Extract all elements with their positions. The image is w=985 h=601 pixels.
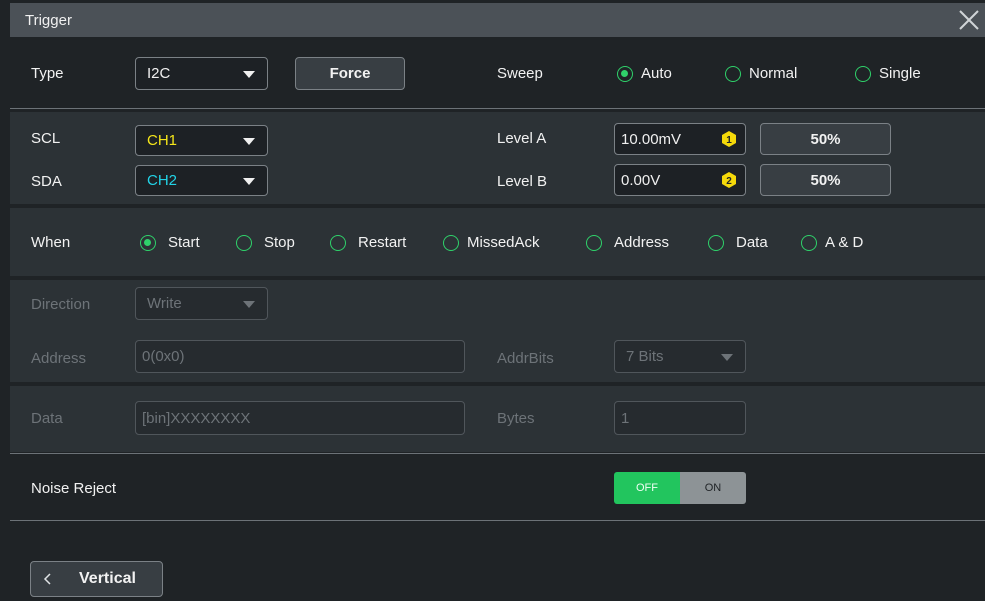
close-icon[interactable] xyxy=(957,8,981,32)
level-a-badge-text: 1 xyxy=(726,135,732,146)
scl-value: CH1 xyxy=(147,132,178,149)
back-vertical-label: Vertical xyxy=(79,570,136,587)
direction-label: Direction xyxy=(31,296,91,313)
radio-icon xyxy=(801,234,817,251)
divider xyxy=(10,453,985,454)
sda-value: CH2 xyxy=(147,172,178,189)
when-address-label: Address xyxy=(614,234,670,251)
sda-dropdown[interactable]: CH2 xyxy=(135,165,268,196)
chevron-down-icon xyxy=(243,137,255,145)
sda-label: SDA xyxy=(31,173,62,190)
when-data-label: Data xyxy=(736,234,768,251)
divider xyxy=(10,520,985,521)
back-vertical-button[interactable]: Vertical xyxy=(30,561,163,597)
when-stop-radio[interactable]: Stop xyxy=(236,234,295,251)
addrbits-label: AddrBits xyxy=(497,350,554,367)
chevron-down-icon xyxy=(721,353,733,361)
bytes-label: Bytes xyxy=(497,410,535,427)
radio-icon xyxy=(586,234,602,251)
dialog-title: Trigger xyxy=(25,12,72,29)
type-dropdown[interactable]: I2C xyxy=(135,57,268,90)
noise-reject-toggle[interactable]: OFF ON xyxy=(614,472,746,504)
radio-icon xyxy=(443,234,459,251)
level-b-label: Level B xyxy=(497,173,548,190)
level-a-50pct-button[interactable]: 50% xyxy=(760,123,891,155)
chevron-left-icon xyxy=(43,573,51,585)
radio-icon xyxy=(708,234,724,251)
radio-icon xyxy=(855,65,871,82)
bytes-input[interactable]: 1 xyxy=(614,401,746,435)
noise-off-option[interactable]: OFF xyxy=(614,472,680,504)
sweep-single-label: Single xyxy=(879,65,921,82)
addrbits-value: 7 Bits xyxy=(626,348,664,365)
sweep-normal-radio[interactable]: Normal xyxy=(725,65,797,82)
type-value: I2C xyxy=(147,65,171,82)
when-address-radio[interactable]: Address xyxy=(586,234,669,251)
level-a-marker-icon: 1 xyxy=(722,131,736,147)
chevron-down-icon xyxy=(243,177,255,185)
level-b-input[interactable]: 0.00V 2 xyxy=(614,164,746,196)
when-missedack-label: MissedAck xyxy=(467,234,540,251)
noise-on-option[interactable]: ON xyxy=(680,472,746,504)
level-a-value: 10.00mV xyxy=(621,130,682,148)
scl-label: SCL xyxy=(31,130,61,147)
when-stop-label: Stop xyxy=(264,234,295,251)
dialog-titlebar: Trigger xyxy=(10,3,985,37)
level-b-value: 0.00V xyxy=(621,171,661,189)
data-label: Data xyxy=(31,410,63,427)
scl-dropdown[interactable]: CH1 xyxy=(135,125,268,156)
sweep-normal-label: Normal xyxy=(749,65,798,82)
sweep-auto-radio[interactable]: Auto xyxy=(617,65,672,82)
when-a-and-d-label: A & D xyxy=(825,234,864,251)
sweep-single-radio[interactable]: Single xyxy=(855,65,921,82)
chevron-down-icon xyxy=(243,300,255,308)
level-a-label: Level A xyxy=(497,130,547,147)
addrbits-dropdown[interactable]: 7 Bits xyxy=(614,340,746,373)
data-input[interactable]: [bin]XXXXXXXX xyxy=(135,401,465,435)
when-start-label: Start xyxy=(168,234,200,251)
direction-value: Write xyxy=(147,295,182,312)
when-a-and-d-radio[interactable]: A & D xyxy=(801,234,863,251)
radio-icon xyxy=(725,65,741,82)
when-start-radio[interactable]: Start xyxy=(140,234,200,251)
when-restart-radio[interactable]: Restart xyxy=(330,234,406,251)
level-b-badge-text: 2 xyxy=(726,176,732,187)
radio-icon xyxy=(236,234,252,251)
when-data-radio[interactable]: Data xyxy=(708,234,768,251)
type-label: Type xyxy=(31,65,64,82)
divider xyxy=(10,108,985,109)
when-label: When xyxy=(31,234,71,251)
noise-reject-label: Noise Reject xyxy=(31,480,117,497)
level-a-input[interactable]: 10.00mV 1 xyxy=(614,123,746,155)
force-button[interactable]: Force xyxy=(295,57,405,90)
when-restart-label: Restart xyxy=(358,234,407,251)
bytes-value: 1 xyxy=(621,409,630,427)
level-b-50pct-button[interactable]: 50% xyxy=(760,164,891,196)
level-b-marker-icon: 2 xyxy=(722,172,736,188)
direction-dropdown[interactable]: Write xyxy=(135,287,268,320)
when-missedack-radio[interactable]: MissedAck xyxy=(443,234,540,251)
address-value: 0(0x0) xyxy=(142,348,185,365)
data-value: [bin]XXXXXXXX xyxy=(142,409,251,427)
sweep-label: Sweep xyxy=(497,65,543,82)
address-input[interactable]: 0(0x0) xyxy=(135,340,465,373)
noise-reject-section xyxy=(10,455,985,521)
radio-icon xyxy=(330,234,346,251)
radio-selected-icon xyxy=(140,234,156,251)
address-label: Address xyxy=(31,350,87,367)
chevron-down-icon xyxy=(243,70,255,78)
sweep-auto-label: Auto xyxy=(641,65,672,82)
radio-selected-icon xyxy=(617,65,633,82)
